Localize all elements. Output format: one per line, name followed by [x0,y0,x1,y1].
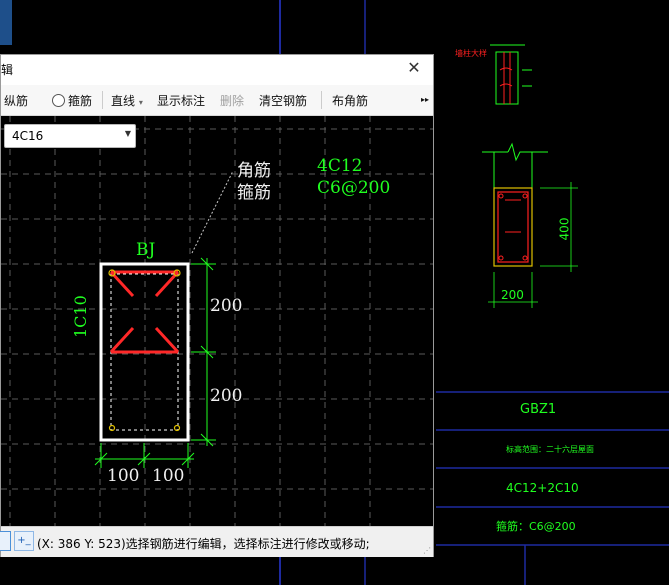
status-tool-button[interactable] [0,531,11,551]
corner-rebar-value[interactable]: 4C12 [317,156,362,176]
stirrup-radio[interactable]: 箍筋 [52,92,92,109]
app-titlebar-fragment [0,0,12,45]
line-mode-label: 直线 [111,94,136,108]
line-mode-dropdown[interactable]: 直线 ▾ [111,92,143,109]
toolbar-divider [102,91,103,109]
toolbar-overflow-button[interactable]: ▸▸ [421,95,429,104]
dim-lower-label[interactable]: 200 [210,386,242,406]
dim-upper-label[interactable]: 200 [210,296,242,316]
section-drawing-canvas[interactable]: 角筋 箍筋 4C12 C6@200 BJ 1C10 200 200 100 10… [1,116,433,526]
stirrup-label: 箍筋 [237,183,271,203]
rebar-spec-combobox[interactable]: 4C16 ▼ [4,124,136,148]
chevron-down-icon: ▼ [124,129,131,138]
delete-button[interactable]: 删除 [220,92,244,109]
close-button[interactable]: ✕ [403,57,425,79]
close-icon: ✕ [407,58,421,77]
add-label-button[interactable]: +_ [14,531,34,551]
bg-table-row3: 4C12+2C10 [506,481,579,495]
bg-table-row4: 箍筋：C6@200 [496,520,576,533]
dim-left-label[interactable]: 100 [107,466,139,486]
stirrup-radio-label: 箍筋 [68,94,93,108]
resize-grip-icon[interactable]: ⋰ [423,546,431,555]
stirrup-value[interactable]: C6@200 [317,178,390,198]
section-name-label[interactable]: BJ [136,240,155,260]
status-message: (X: 386 Y: 523)选择钢筋进行编辑，选择标注进行修改或移动; [37,537,370,551]
show-labels-button[interactable]: 显示标注 [157,92,205,109]
bg-table-name: GBZ1 [520,402,557,417]
corner-rebar-button[interactable]: 布角筋 [332,92,368,109]
add-label-icon: +_ [17,535,31,546]
status-bar: +_ (X: 386 Y: 523)选择钢筋进行编辑，选择标注进行修改或移动; … [0,526,433,557]
chevron-down-icon: ▾ [138,98,143,107]
side-rebar-label[interactable]: 1C10 [71,295,90,338]
dim-right-label[interactable]: 100 [152,466,184,486]
dialog-title: 辑 [1,63,14,77]
section-editor-dialog: 辑 ✕ 纵筋 箍筋 直线 ▾ 显示标注 删除 清空钢筋 布角筋 ▸▸ 角筋 箍筋… [0,54,434,557]
bg-dim-bottom: 200 [501,288,524,302]
clear-rebar-button[interactable]: 清空钢筋 [259,92,307,109]
bg-table-row2: 标高范围：二十六层屋面 [506,445,594,454]
radio-circle-icon [52,94,65,107]
toolbar-divider [321,91,322,109]
dialog-toolbar: 纵筋 箍筋 直线 ▾ 显示标注 删除 清空钢筋 布角筋 ▸▸ [1,85,433,116]
bg-top-label: 墙柱大样 [455,49,487,58]
dialog-titlebar[interactable]: 辑 ✕ [1,55,433,83]
bg-dim-right: 400 [557,217,572,241]
longitudinal-rebar-option[interactable]: 纵筋 [4,92,28,109]
combobox-value: 4C16 [12,129,44,143]
